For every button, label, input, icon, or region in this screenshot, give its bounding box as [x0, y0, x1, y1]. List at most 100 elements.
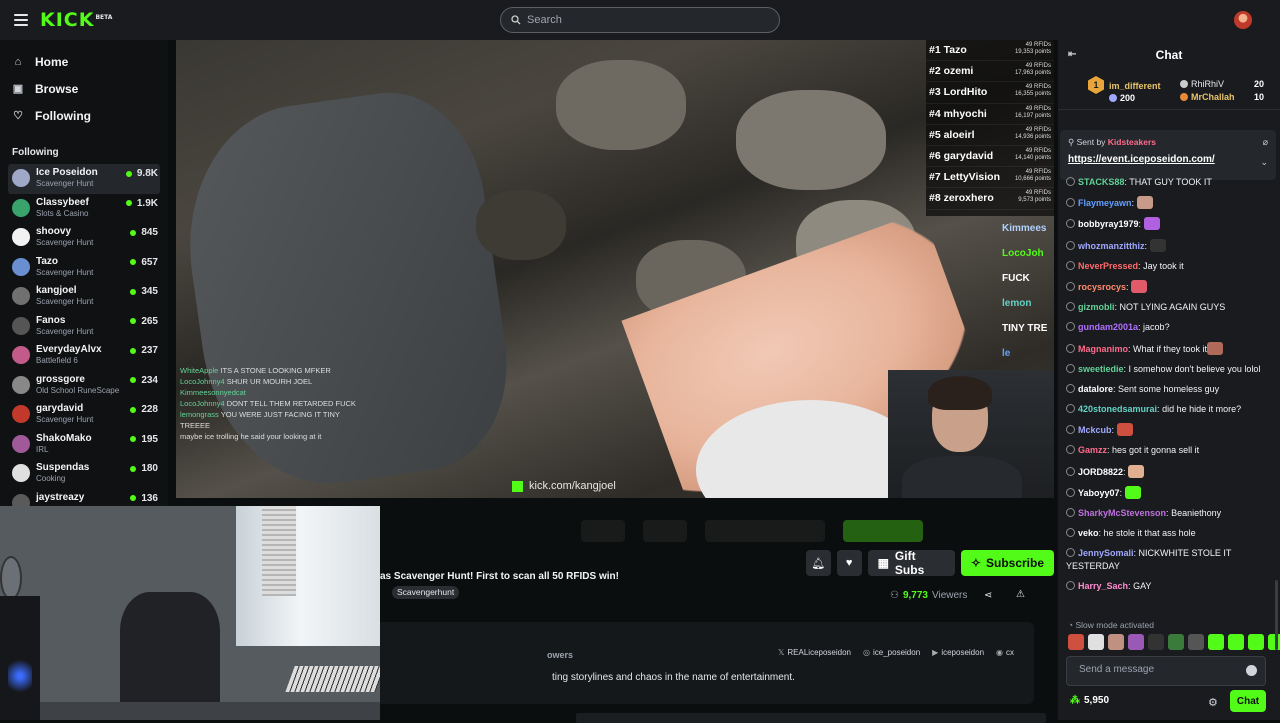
pinned-link[interactable]: https://event.iceposeidon.com/ [1068, 154, 1215, 165]
nav-browse[interactable]: ▣ Browse [0, 75, 168, 102]
followed-channel[interactable]: ShakoMako IRL 195 [0, 430, 168, 460]
chat-username[interactable]: 420stonedsamurai [1078, 404, 1157, 414]
leaderboard-name: #7 LettyVision [929, 171, 1000, 184]
chat-username[interactable]: bobbyray1979 [1078, 219, 1139, 229]
share-icon[interactable]: ⋖ [984, 590, 992, 601]
channel-category: Scavenger Hunt [36, 415, 94, 424]
sidebar: ⌂ Home ▣ Browse ♡ Following Following Ice P… [0, 40, 168, 510]
social-link[interactable]: ▶ iceposeidon [932, 648, 984, 657]
unpin-icon[interactable]: ⌀ [1263, 137, 1268, 148]
followed-channel[interactable]: Classybeef Slots & Casino 1.9K [0, 194, 168, 224]
chat-text: I somehow don't believe you lolol [1128, 363, 1261, 374]
badge-icon [1066, 425, 1075, 435]
viewer-count: 845 [130, 227, 158, 238]
chat-username[interactable]: JennySomali [1078, 548, 1134, 558]
subscribe-button[interactable]: ✧ Subscribe [960, 550, 1055, 576]
menu-icon[interactable] [14, 14, 28, 26]
emote [1128, 464, 1145, 478]
chat-username[interactable]: gizmobli [1078, 302, 1115, 312]
followed-channel[interactable]: shoovy Scavenger Hunt 845 [0, 223, 168, 253]
send-chat-button[interactable]: Chat [1230, 690, 1266, 712]
emoji-icon[interactable] [1246, 665, 1257, 676]
chat-username[interactable]: JORD8822 [1078, 467, 1123, 477]
window-blind [262, 506, 296, 596]
emote[interactable] [1088, 634, 1104, 650]
stream-tag[interactable]: Scavengerhunt [392, 586, 460, 599]
chat-username[interactable]: Flaymeyawn [1078, 198, 1132, 208]
chat-username[interactable]: datalore [1078, 384, 1113, 394]
window [236, 506, 380, 646]
emote[interactable] [1068, 634, 1084, 650]
followed-channel[interactable]: Fanos Scavenger Hunt 265 [0, 312, 168, 342]
emote[interactable] [1228, 634, 1244, 650]
emote[interactable] [1268, 634, 1280, 650]
emote[interactable] [1108, 634, 1124, 650]
gifter-name[interactable]: im_different [1109, 81, 1161, 91]
emote[interactable] [1168, 634, 1184, 650]
emote[interactable] [1208, 634, 1224, 650]
followed-channel[interactable]: kangjoel Scavenger Hunt 345 [0, 282, 168, 312]
followed-channel[interactable]: garydavid Scavenger Hunt 228 [0, 400, 168, 430]
follow-button[interactable]: ♥ [836, 550, 862, 576]
chat-username[interactable]: Yaboyy07 [1078, 488, 1120, 498]
followed-channel[interactable]: EverydayAlvx Battlefield 6 237 [0, 341, 168, 371]
chat-username[interactable]: Harry_Sach [1078, 581, 1128, 591]
chat-username[interactable]: NeverPressed [1078, 261, 1138, 271]
chat-username[interactable]: Mckcub [1078, 425, 1112, 435]
notify-button[interactable]: 🔔︎ [806, 550, 831, 576]
viewer-label: Viewers [932, 590, 968, 601]
gift-subs-button[interactable]: ▦ Gift Subs [867, 549, 955, 577]
rock [476, 190, 566, 260]
search-input[interactable] [527, 14, 767, 26]
overlay-chat-user: LocoJohnny4 [180, 377, 225, 386]
nav-home[interactable]: ⌂ Home [0, 48, 168, 75]
social-link[interactable]: 𝕏 REALiceposeidon [778, 648, 851, 657]
channel-avatar [12, 346, 30, 364]
chat-username[interactable]: whozmanzitthiz [1078, 241, 1145, 251]
warning-icon[interactable]: ⚠ [1016, 589, 1025, 600]
chat-username[interactable]: rocysrocys [1078, 282, 1126, 292]
chat-text: Beaniethony [1171, 508, 1222, 518]
video-player[interactable]: WhiteApple ITS A STONE LOOKING MFKER Loco… [176, 40, 1054, 498]
followed-channel[interactable]: Suspendas Cooking 180 [0, 459, 168, 489]
chat-message: Magnanimo: What if they took it [1066, 341, 1276, 356]
chat-message: rocysrocys: [1066, 279, 1276, 294]
search-box[interactable] [500, 7, 780, 33]
sender-name[interactable]: Kidsteakers [1108, 137, 1156, 147]
gifter-name[interactable]: RhiRhiV [1180, 79, 1224, 89]
chat-username[interactable]: Magnanimo [1078, 344, 1128, 354]
kick-logo[interactable]: KICKBETA [40, 9, 112, 31]
chat-input-box[interactable] [1066, 656, 1266, 686]
chat-username[interactable]: STACKS88 [1078, 177, 1124, 187]
emote[interactable] [1248, 634, 1264, 650]
chevron-down-icon[interactable]: ⌄ [1260, 157, 1268, 168]
emote[interactable] [1188, 634, 1204, 650]
pc-led [8, 656, 32, 696]
chat-username[interactable]: sweetiedie [1078, 364, 1124, 374]
chat-input[interactable] [1079, 664, 1239, 675]
social-link[interactable]: ◉ cx [996, 648, 1014, 657]
followed-channel[interactable]: Tazo Scavenger Hunt 657 [0, 253, 168, 283]
channel-avatar [12, 198, 30, 217]
user-avatar[interactable] [1234, 11, 1252, 29]
nav-following[interactable]: ♡ Following [0, 102, 168, 129]
gear-icon[interactable]: ⚙ [1208, 696, 1218, 709]
chat-username[interactable]: Gamzz [1078, 445, 1107, 455]
followed-channel[interactable]: Ice Poseidon Scavenger Hunt 9.8K [8, 164, 160, 194]
followed-channel[interactable]: grossgore Old School RuneScape 234 [0, 371, 168, 401]
badge-icon [1066, 508, 1075, 517]
badge-icon [1066, 528, 1075, 538]
social-link[interactable]: ◎ ice_poseidon [863, 648, 920, 657]
emote[interactable] [1128, 634, 1144, 650]
chat-username[interactable]: veko [1078, 528, 1099, 538]
gift-label: Gift Subs [894, 549, 925, 577]
social-links: 𝕏 REALiceposeidon ◎ ice_poseidon ▶ iceposeido… [778, 648, 1014, 657]
stream-watermark: kick.com/kangjoel [512, 480, 616, 492]
emote[interactable] [1148, 634, 1164, 650]
gifter-name[interactable]: MrChallah [1180, 92, 1235, 102]
channel-points[interactable]: ⁂ 5,950 [1070, 695, 1109, 706]
chat-username[interactable]: gundam2001a [1078, 322, 1138, 332]
chat-scrollbar[interactable] [1275, 580, 1278, 650]
collapse-chat-icon[interactable]: ⇤ [1068, 49, 1076, 60]
chat-username[interactable]: SharkyMcStevenson [1078, 508, 1166, 518]
